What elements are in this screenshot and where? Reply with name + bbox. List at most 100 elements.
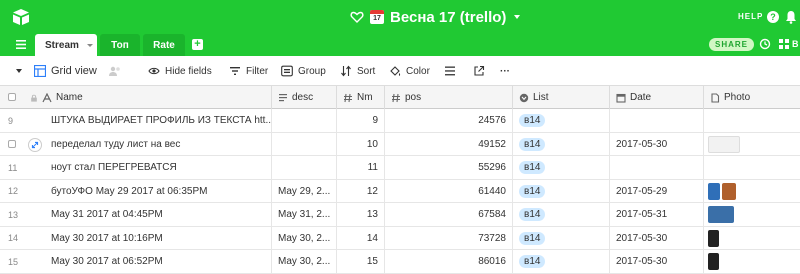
group-button[interactable]: Group bbox=[281, 56, 326, 86]
attachment-thumbnail[interactable] bbox=[708, 253, 719, 270]
attachment-thumbnail[interactable] bbox=[708, 135, 740, 153]
cell-pos[interactable]: 61440 bbox=[385, 179, 513, 203]
cell-desc[interactable]: May 29, 2... bbox=[272, 179, 337, 203]
cell-pos[interactable]: 49152 bbox=[385, 132, 513, 156]
help-label[interactable]: HELP bbox=[738, 12, 763, 21]
cell-photo[interactable] bbox=[704, 203, 800, 226]
cell-pos[interactable]: 67584 bbox=[385, 203, 513, 226]
table-row[interactable]: 13 May 31 2017 at 04:45PM May 31, 2... 1… bbox=[0, 203, 800, 227]
chevron-down-icon[interactable] bbox=[514, 15, 521, 19]
cell-photo[interactable] bbox=[704, 109, 800, 132]
base-title-area[interactable]: 17 Весна 17 (trello) bbox=[350, 7, 521, 27]
cell-nm[interactable]: 11 bbox=[337, 156, 385, 179]
table-row[interactable]: 11 ноут стал ПЕРЕГРЕВАТСЯ 11 55296 в14 bbox=[0, 156, 800, 180]
cell-date[interactable]: 2017-05-30 bbox=[610, 250, 704, 273]
cell-date[interactable]: 2017-05-30 bbox=[610, 226, 704, 250]
cell-name[interactable]: переделал туду лист на вес bbox=[24, 132, 272, 156]
cell-pos[interactable]: 73728 bbox=[385, 226, 513, 250]
menu-icon[interactable] bbox=[16, 40, 26, 49]
bell-icon[interactable] bbox=[785, 10, 797, 24]
row-height-button[interactable] bbox=[444, 56, 456, 86]
cell-desc[interactable]: May 31, 2... bbox=[272, 203, 337, 226]
cell-pos[interactable]: 86016 bbox=[385, 250, 513, 273]
cell-photo[interactable] bbox=[704, 180, 800, 203]
cell-desc[interactable]: May 30, 2... bbox=[272, 250, 337, 273]
table-row[interactable]: 9 ШТУКА ВЫДИРАЕТ ПРОФИЛЬ ИЗ ТЕКСТА htt..… bbox=[0, 109, 800, 133]
cell-date[interactable] bbox=[610, 109, 704, 132]
cell-list[interactable]: в14 bbox=[513, 156, 610, 179]
column-header-nm[interactable]: Nm bbox=[337, 86, 385, 109]
cell-name[interactable]: ноут стал ПЕРЕГРЕВАТСЯ bbox=[24, 156, 272, 179]
attachment-thumbnail[interactable] bbox=[722, 182, 736, 200]
cell-list[interactable]: в14 bbox=[513, 132, 610, 156]
table-row[interactable]: 15 May 30 2017 at 06:52PM May 30, 2... 1… bbox=[0, 250, 800, 274]
select-all-checkbox[interactable] bbox=[8, 93, 16, 101]
cell-pos[interactable]: 24576 bbox=[385, 109, 513, 132]
table-row[interactable]: переделал туду лист на вес 10 49152 в14 … bbox=[0, 132, 800, 156]
attachment-thumbnail[interactable] bbox=[708, 182, 720, 200]
color-button[interactable]: Color bbox=[389, 56, 430, 86]
cell-list[interactable]: в14 bbox=[513, 226, 610, 250]
airtable-logo-icon[interactable] bbox=[12, 8, 30, 26]
blocks-icon[interactable] bbox=[778, 38, 790, 50]
cell-list[interactable]: в14 bbox=[513, 109, 610, 132]
column-header-desc[interactable]: desc bbox=[272, 86, 337, 109]
view-switcher[interactable]: Grid view bbox=[34, 56, 122, 86]
views-toggle[interactable] bbox=[16, 56, 22, 86]
share-view-button[interactable] bbox=[473, 56, 485, 86]
chevron-down-icon[interactable] bbox=[86, 43, 93, 47]
column-header-list[interactable]: List bbox=[513, 86, 610, 109]
cell-desc[interactable] bbox=[272, 156, 337, 179]
cell-nm[interactable]: 12 bbox=[337, 179, 385, 203]
cell-list[interactable]: в14 bbox=[513, 203, 610, 226]
column-header-photo[interactable]: Photo bbox=[704, 86, 800, 109]
cell-list[interactable]: в14 bbox=[513, 179, 610, 203]
column-header-date[interactable]: Date bbox=[610, 86, 704, 109]
cell-list[interactable]: в14 bbox=[513, 250, 610, 273]
cell-nm[interactable]: 9 bbox=[337, 109, 385, 132]
add-table-button[interactable]: + bbox=[192, 39, 203, 50]
sort-button[interactable]: Sort bbox=[340, 56, 375, 86]
heart-icon[interactable] bbox=[350, 10, 364, 24]
cell-nm[interactable]: 10 bbox=[337, 132, 385, 156]
base-title[interactable]: Весна 17 (trello) bbox=[390, 9, 506, 26]
column-header-name[interactable]: Name bbox=[24, 86, 272, 109]
help-icon[interactable]: ? bbox=[767, 11, 779, 23]
cell-desc[interactable]: May 30, 2... bbox=[272, 226, 337, 250]
blocks-label[interactable]: B bbox=[792, 39, 799, 49]
chevron-down-icon[interactable] bbox=[16, 69, 22, 73]
cell-photo[interactable] bbox=[704, 227, 800, 250]
cell-nm[interactable]: 14 bbox=[337, 226, 385, 250]
select-all-cell[interactable] bbox=[0, 86, 24, 109]
more-options-button[interactable]: ··· bbox=[500, 56, 510, 86]
cell-desc[interactable] bbox=[272, 132, 337, 156]
cell-name[interactable]: May 31 2017 at 04:45PM bbox=[24, 203, 272, 226]
cell-date[interactable]: 2017-05-29 bbox=[610, 179, 704, 203]
cell-nm[interactable]: 13 bbox=[337, 203, 385, 226]
table-row[interactable]: 14 May 30 2017 at 10:16PM May 30, 2... 1… bbox=[0, 226, 800, 250]
tab-stream[interactable]: Stream bbox=[35, 34, 97, 56]
cell-name[interactable]: ШТУКА ВЫДИРАЕТ ПРОФИЛЬ ИЗ ТЕКСТА htt... bbox=[24, 109, 272, 132]
cell-name[interactable]: May 30 2017 at 10:16PM bbox=[24, 226, 272, 250]
cell-photo[interactable] bbox=[704, 250, 800, 273]
hide-fields-button[interactable]: Hide fields bbox=[148, 56, 212, 86]
cell-photo[interactable] bbox=[704, 133, 800, 156]
history-icon[interactable] bbox=[759, 38, 771, 50]
cell-desc[interactable] bbox=[272, 109, 337, 132]
cell-pos[interactable]: 55296 bbox=[385, 156, 513, 179]
cell-nm[interactable]: 15 bbox=[337, 250, 385, 273]
cell-date[interactable]: 2017-05-30 bbox=[610, 132, 704, 156]
cell-date[interactable]: 2017-05-31 bbox=[610, 203, 704, 226]
attachment-thumbnail[interactable] bbox=[708, 229, 719, 247]
share-button[interactable]: SHARE bbox=[709, 38, 755, 51]
table-row[interactable]: 12 бутоУФО May 29 2017 at 06:35PM May 29… bbox=[0, 179, 800, 203]
view-name[interactable]: Grid view bbox=[51, 65, 97, 77]
cell-name[interactable]: бутоУФО May 29 2017 at 06:35PM bbox=[24, 179, 272, 203]
filter-button[interactable]: Filter bbox=[229, 56, 268, 86]
tab-top[interactable]: Топ bbox=[100, 34, 140, 56]
cell-date[interactable] bbox=[610, 156, 704, 179]
attachment-thumbnail[interactable] bbox=[708, 206, 734, 223]
cell-name[interactable]: May 30 2017 at 06:52PM bbox=[24, 250, 272, 273]
column-header-pos[interactable]: pos bbox=[385, 86, 513, 109]
cell-photo[interactable] bbox=[704, 156, 800, 179]
